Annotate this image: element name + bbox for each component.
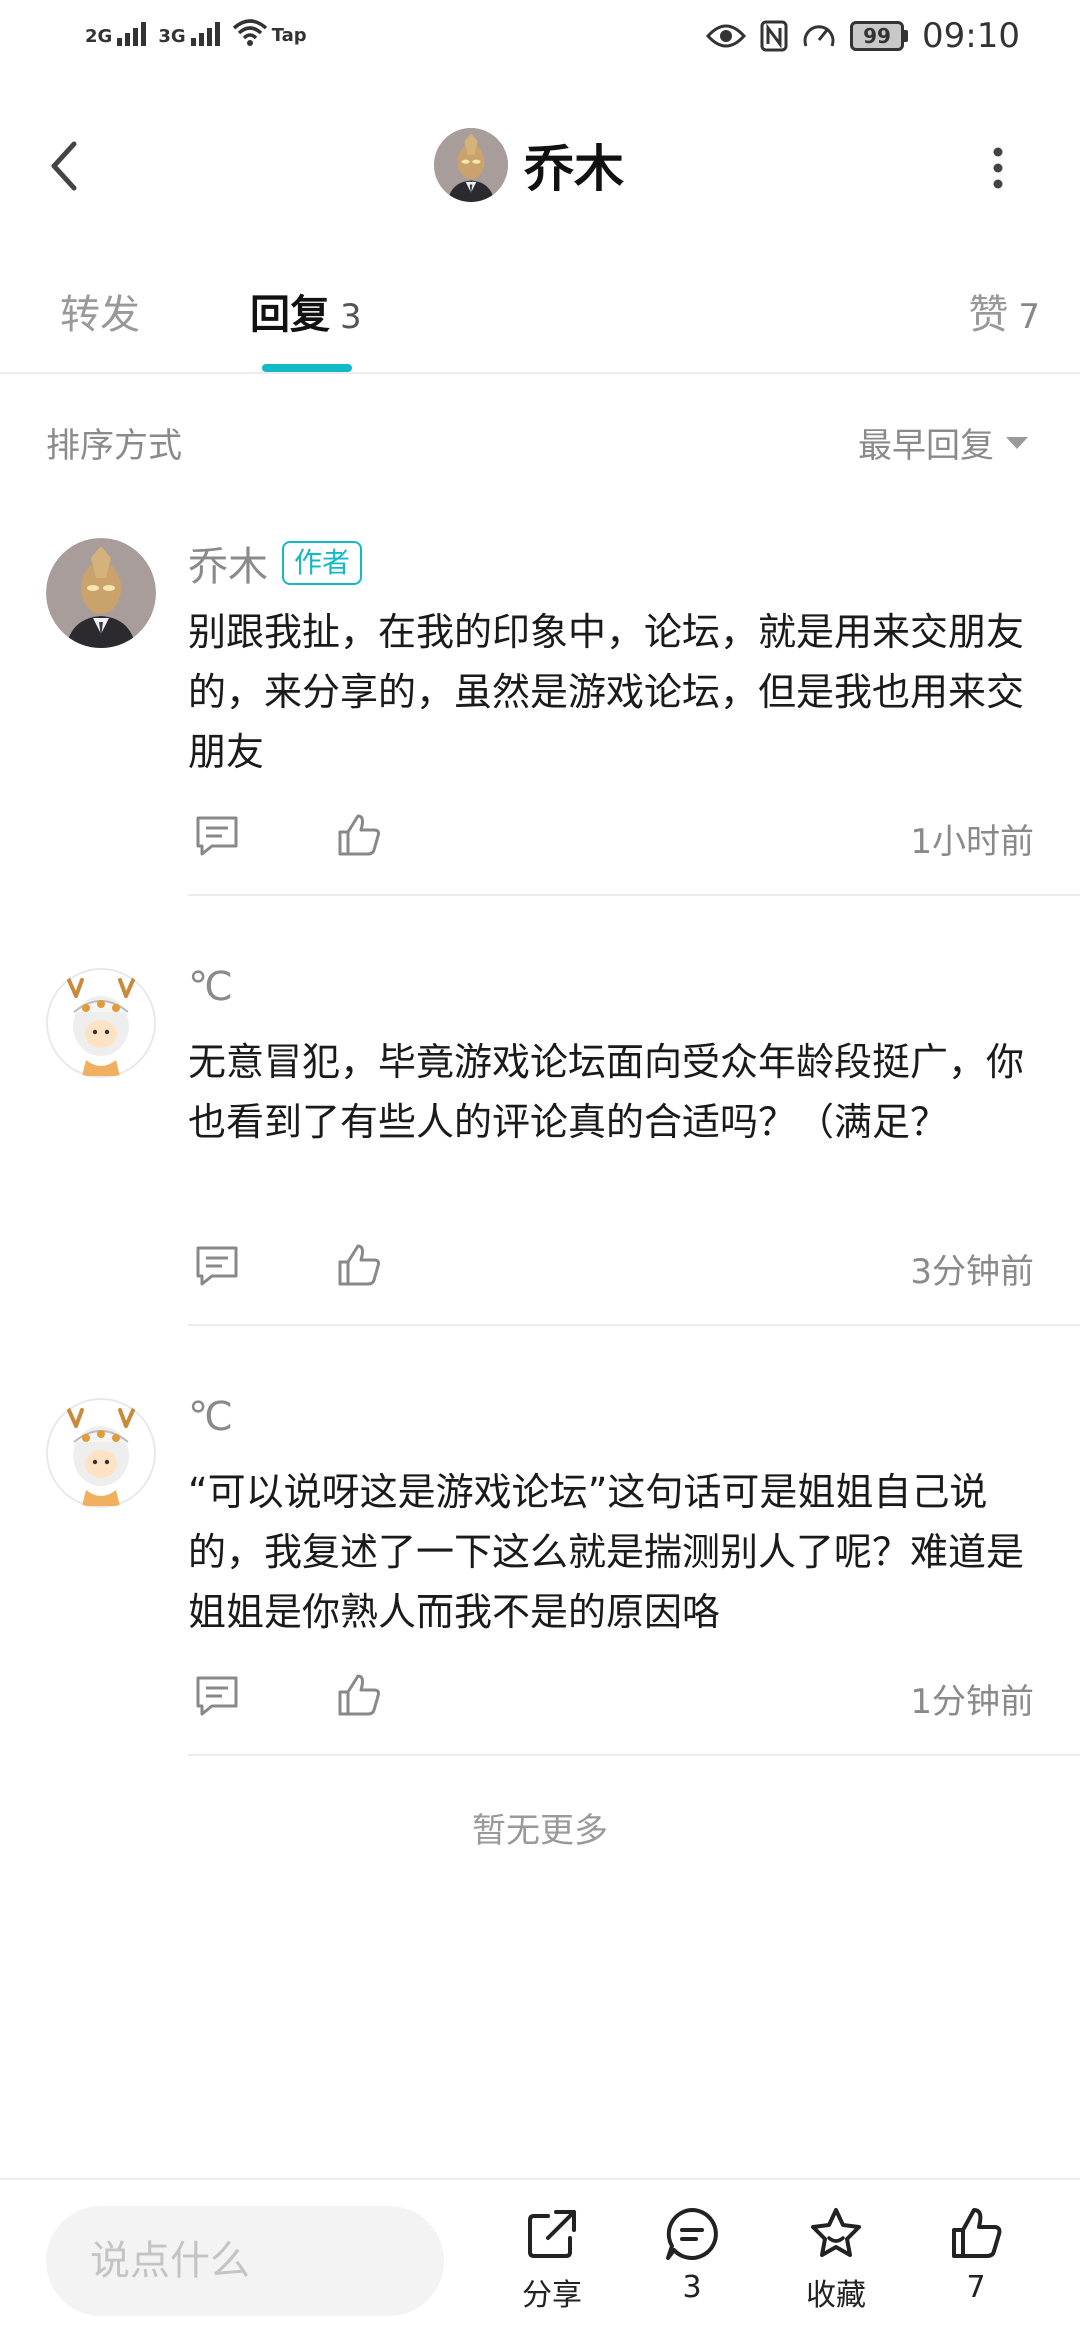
- share-label: 分享: [522, 2278, 582, 2313]
- eye-icon: [706, 24, 747, 48]
- tab-likes-count: 7: [1018, 297, 1040, 337]
- author-avatar[interactable]: [434, 128, 508, 202]
- comment-text: 别跟我扯，在我的印象中，论坛，就是用来交朋友的，来分享的，虽然是游戏论坛，但是我…: [188, 610, 1025, 774]
- tab-replies[interactable]: 回复 3: [250, 282, 362, 340]
- title-group[interactable]: 乔木: [434, 128, 624, 202]
- more-vertical-icon: [993, 147, 1003, 189]
- comment-count: 3: [682, 2270, 702, 2305]
- favorite-button[interactable]: 收藏: [776, 2204, 896, 2314]
- divider: [188, 1754, 1080, 1756]
- like-icon[interactable]: [334, 1670, 384, 1720]
- thumbs-up-icon: [952, 2208, 1002, 2258]
- bottom-action-bar: 说点什么 分享 3 收藏 7: [0, 2178, 1080, 2342]
- commenter-name[interactable]: ℃: [188, 1394, 233, 1440]
- network-type-2: 3G: [158, 26, 186, 47]
- commenter-avatar[interactable]: [46, 538, 156, 648]
- battery-icon: 99: [850, 21, 909, 51]
- commenter-name-row: ℃: [188, 964, 233, 1010]
- commenter-name[interactable]: ℃: [188, 964, 233, 1010]
- status-bar: 2G 3G Tap 99 09:10: [0, 0, 1080, 80]
- status-right: 99 09:10: [706, 16, 1020, 56]
- comment-time: 3分钟前: [910, 1252, 1034, 1292]
- favorite-label: 收藏: [806, 2278, 866, 2313]
- caret-down-icon: [1006, 436, 1028, 449]
- tab-bar: 转发 回复 3 赞7: [0, 262, 1080, 374]
- divider: [188, 894, 1080, 896]
- divider: [188, 1324, 1080, 1326]
- network-type-1: 2G: [85, 26, 113, 47]
- back-button[interactable]: [40, 136, 90, 196]
- battery-level: 99: [850, 21, 905, 51]
- sort-label: 排序方式: [46, 426, 182, 466]
- comment-bubble-icon: [666, 2208, 718, 2260]
- page-title: 乔木: [524, 140, 624, 198]
- more-button[interactable]: [988, 146, 1008, 190]
- commenter-name[interactable]: 乔木: [188, 534, 268, 592]
- author-badge: 作者: [282, 541, 363, 585]
- reply-icon[interactable]: [192, 1240, 242, 1290]
- comment-time: 1小时前: [910, 822, 1034, 862]
- signal-2g-icon: 2G: [85, 22, 147, 47]
- tab-reposts-label: 转发: [60, 292, 140, 338]
- signal-3g-icon: 3G: [158, 22, 220, 47]
- wifi-icon: Tap: [232, 18, 307, 46]
- comment-input[interactable]: 说点什么: [46, 2206, 444, 2316]
- no-more-text: 暂无更多: [472, 1811, 608, 1851]
- commenter-avatar[interactable]: [46, 968, 156, 1078]
- tab-likes[interactable]: 赞7: [968, 282, 1040, 340]
- reply-icon[interactable]: [192, 1670, 242, 1720]
- tab-replies-label: 回复: [250, 292, 330, 338]
- share-button[interactable]: 分享: [492, 2204, 612, 2314]
- commenter-name-row: 乔木 作者: [188, 534, 363, 592]
- comment-text: “可以说呀这是游戏论坛”这句话可是姐姐自己说的，我复述了一下这么就是揣测别人了呢…: [188, 1470, 1025, 1634]
- chevron-left-icon: [51, 141, 77, 191]
- like-icon[interactable]: [334, 810, 384, 860]
- status-left: 2G 3G Tap: [85, 18, 307, 46]
- commenter-avatar[interactable]: [46, 1398, 156, 1508]
- speed-icon: [803, 25, 835, 47]
- tab-replies-count: 3: [340, 297, 362, 337]
- nfc-icon: [760, 20, 788, 52]
- comment-time: 1分钟前: [910, 1682, 1034, 1722]
- star-icon: [811, 2208, 861, 2257]
- sort-dropdown[interactable]: 最早回复: [858, 418, 1030, 467]
- wifi-extra-label: Tap: [271, 25, 307, 46]
- like-icon[interactable]: [334, 1240, 384, 1290]
- reply-icon[interactable]: [192, 810, 242, 860]
- comments-button[interactable]: 3: [632, 2204, 752, 2305]
- share-icon: [528, 2210, 576, 2258]
- like-button[interactable]: 7: [916, 2204, 1036, 2305]
- like-count: 7: [966, 2270, 986, 2305]
- active-tab-indicator: [262, 364, 352, 372]
- tab-likes-label: 赞: [968, 292, 1009, 338]
- sort-value: 最早回复: [858, 426, 994, 466]
- commenter-name-row: ℃: [188, 1394, 233, 1440]
- top-app-bar: 乔木: [0, 100, 1080, 230]
- comment-text: 无意冒犯，毕竟游戏论坛面向受众年龄段挺广，你也看到了有些人的评论真的合适吗？（满…: [188, 1040, 1025, 1144]
- clock: 09:10: [922, 16, 1020, 56]
- tab-reposts[interactable]: 转发: [60, 282, 140, 340]
